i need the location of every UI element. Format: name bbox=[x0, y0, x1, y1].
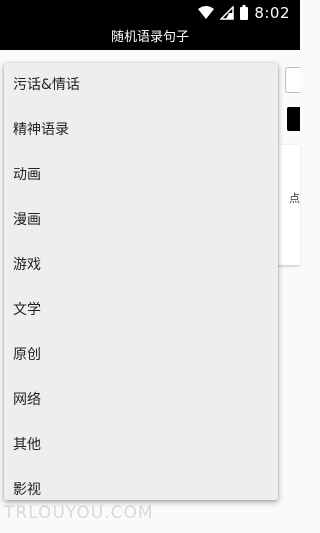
generate-button[interactable] bbox=[287, 107, 300, 131]
battery-icon bbox=[240, 5, 249, 20]
status-icons: 8:02 bbox=[198, 3, 290, 22]
dropdown-item-3[interactable]: 动画 bbox=[4, 153, 278, 198]
app-bar: 随机语录句子 bbox=[0, 25, 300, 50]
status-bar: 8:02 bbox=[0, 0, 300, 25]
category-select-field[interactable] bbox=[285, 67, 300, 93]
page-title: 随机语录句子 bbox=[110, 30, 189, 45]
category-dropdown[interactable]: 污话&情话 精神语录 动画 漫画 游戏 文学 原创 网络 其他 影视 bbox=[4, 63, 278, 500]
dropdown-item-5[interactable]: 游戏 bbox=[4, 243, 278, 288]
wifi-icon bbox=[198, 5, 215, 19]
watermark: TRLOUYOU.COM bbox=[4, 503, 154, 523]
dropdown-item-1[interactable]: 污话&情话 bbox=[4, 63, 278, 108]
dropdown-item-6[interactable]: 文学 bbox=[4, 288, 278, 333]
dropdown-item-4[interactable]: 漫画 bbox=[4, 198, 278, 243]
dropdown-item-2[interactable]: 精神语录 bbox=[4, 108, 278, 153]
quote-card-text: 点 bbox=[289, 192, 300, 205]
signal-icon bbox=[220, 5, 235, 20]
dropdown-item-10[interactable]: 影视 bbox=[4, 468, 278, 500]
dropdown-item-7[interactable]: 原创 bbox=[4, 333, 278, 378]
dropdown-item-8[interactable]: 网络 bbox=[4, 378, 278, 423]
status-time: 8:02 bbox=[254, 3, 290, 22]
dropdown-item-9[interactable]: 其他 bbox=[4, 423, 278, 468]
